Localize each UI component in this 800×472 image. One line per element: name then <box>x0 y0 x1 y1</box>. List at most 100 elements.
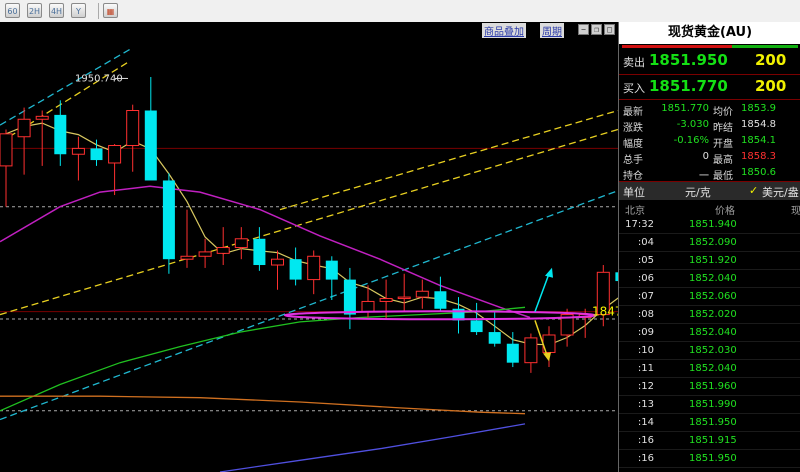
overlay-commodity-link[interactable]: 商品叠加 <box>482 23 526 38</box>
candle-body <box>162 180 175 260</box>
tick-row[interactable]: :14 1851.950 <box>619 414 800 432</box>
tick-time: :10 <box>637 345 654 356</box>
stat-label: 最高 <box>713 155 733 166</box>
tick-time: :11 <box>637 363 654 374</box>
unit-usd[interactable]: 美元/盎 <box>762 184 799 200</box>
unit-label: 单位 <box>623 186 645 199</box>
candle-body <box>35 115 49 120</box>
stat-value: 1858.3 <box>741 151 776 162</box>
stat-label: 最低 <box>713 171 733 182</box>
candle-body <box>144 110 157 181</box>
tick-row[interactable]: :10 1852.030 <box>619 342 800 360</box>
arrow-up-head <box>545 267 553 278</box>
tick-price: 1851.920 <box>689 255 737 266</box>
channel-cyan-line <box>0 190 618 421</box>
stat-label: 均价 <box>713 107 733 118</box>
tick-row[interactable]: :07 1852.060 <box>619 288 800 306</box>
tick-row[interactable]: :09 1852.040 <box>619 324 800 342</box>
tick-time: :08 <box>637 309 654 320</box>
candle-body <box>397 296 411 300</box>
ma-blue-line <box>219 423 526 472</box>
candle-body <box>54 114 67 155</box>
divider <box>619 467 800 468</box>
unit-bar[interactable]: 单位 元/克 ✓ 美元/盎 <box>619 182 800 200</box>
tick-row[interactable]: :13 1851.990 <box>619 396 800 414</box>
buy-volume: 200 <box>755 77 787 95</box>
stat-label: 昨结 <box>713 123 733 134</box>
tick-price: 1851.960 <box>689 381 737 392</box>
tick-time: :16 <box>637 435 654 446</box>
tick-header-city: 北京 <box>625 206 645 217</box>
stat-value: 1853.9 <box>741 103 776 114</box>
divider <box>619 74 800 75</box>
tick-row[interactable]: :08 1852.020 <box>619 306 800 324</box>
divider <box>619 99 800 100</box>
sell-volume: 200 <box>755 51 787 69</box>
period-4h-button[interactable]: 4H <box>49 3 64 18</box>
filter-button[interactable]: Y <box>71 3 86 18</box>
stat-value: -3.030 <box>676 119 709 130</box>
maximize-icon[interactable]: □ <box>604 24 615 35</box>
candle-body <box>90 148 103 161</box>
restore-icon[interactable]: ❐ <box>591 24 602 35</box>
tick-row[interactable]: :12 1851.960 <box>619 378 800 396</box>
period-2h-button[interactable]: 2H <box>27 3 42 18</box>
tick-row[interactable]: :04 1852.090 <box>619 234 800 252</box>
stat-value: 一 <box>699 171 709 182</box>
tick-price: 1852.090 <box>689 237 737 248</box>
channel-cyan-line <box>0 48 131 126</box>
tick-row[interactable]: :05 1851.920 <box>619 252 800 270</box>
tick-time: :09 <box>637 327 654 338</box>
tick-price: 1852.020 <box>689 309 737 320</box>
candle-body <box>524 337 538 364</box>
tick-header: 北京 价格 现 <box>619 200 800 217</box>
stat-label: 开盘 <box>713 139 733 150</box>
candle-body <box>180 255 194 260</box>
chart-area[interactable]: 1950.7401847-40 商品叠加 周期 − ❐ □ <box>0 22 618 472</box>
tick-header-price: 价格 <box>715 206 735 217</box>
candle-body <box>361 300 375 313</box>
tick-price: 1851.940 <box>689 219 737 230</box>
buy-quote-row[interactable]: 买入 1851.770 200 <box>619 76 800 98</box>
tick-price: 1852.040 <box>689 327 737 338</box>
stat-value: 1854.1 <box>741 135 776 146</box>
candle-body <box>253 238 266 266</box>
tick-row[interactable]: :11 1852.040 <box>619 360 800 378</box>
candle-body <box>325 260 338 280</box>
tick-header-vol: 现 <box>791 206 800 217</box>
unit-yuan[interactable]: 元/克 <box>685 184 711 200</box>
candlestick-chart[interactable]: 1950.7401847-40 <box>0 22 618 472</box>
panel-title: 现货黄金(AU) <box>619 22 800 44</box>
stat-row: 持仓 一最低 1850.6 <box>619 165 800 182</box>
tick-price: 1852.040 <box>689 273 737 284</box>
stat-value: -0.16% <box>673 135 709 146</box>
arrow-up-line <box>534 273 550 312</box>
candle-body <box>434 291 447 309</box>
toolbar-divider <box>98 3 99 19</box>
grid-button[interactable]: ▦ <box>103 3 118 18</box>
period-60min-button[interactable]: 60 <box>5 3 20 18</box>
sell-ratio-bar <box>622 45 732 48</box>
minimize-icon[interactable]: − <box>578 24 589 35</box>
candle-body <box>289 259 302 280</box>
candle-body <box>234 238 248 249</box>
tick-time: :04 <box>637 237 654 248</box>
tick-time: :07 <box>637 291 654 302</box>
tick-row[interactable]: :16 1851.915 <box>619 432 800 450</box>
tick-time: 17:32 <box>625 219 654 230</box>
tick-price: 1851.990 <box>689 399 737 410</box>
tick-price: 1851.950 <box>689 417 737 428</box>
period-link[interactable]: 周期 <box>540 23 564 38</box>
support-ellipse <box>284 310 596 321</box>
stat-label: 总手 <box>623 155 643 166</box>
tick-price: 1851.950 <box>689 453 737 464</box>
tick-row[interactable]: :06 1852.040 <box>619 270 800 288</box>
channel-upper-line <box>279 109 618 211</box>
tick-row[interactable]: 17:32 1851.940 <box>619 216 800 234</box>
stat-value: 1851.770 <box>661 103 709 114</box>
tick-row[interactable]: :16 1851.950 <box>619 450 800 468</box>
sell-quote-row[interactable]: 卖出 1851.950 200 <box>619 50 800 72</box>
quote-panel: 现货黄金(AU) 卖出 1851.950 200 买入 1851.770 200… <box>618 22 800 472</box>
candle-body <box>506 343 519 363</box>
tick-price: 1851.915 <box>689 435 737 446</box>
